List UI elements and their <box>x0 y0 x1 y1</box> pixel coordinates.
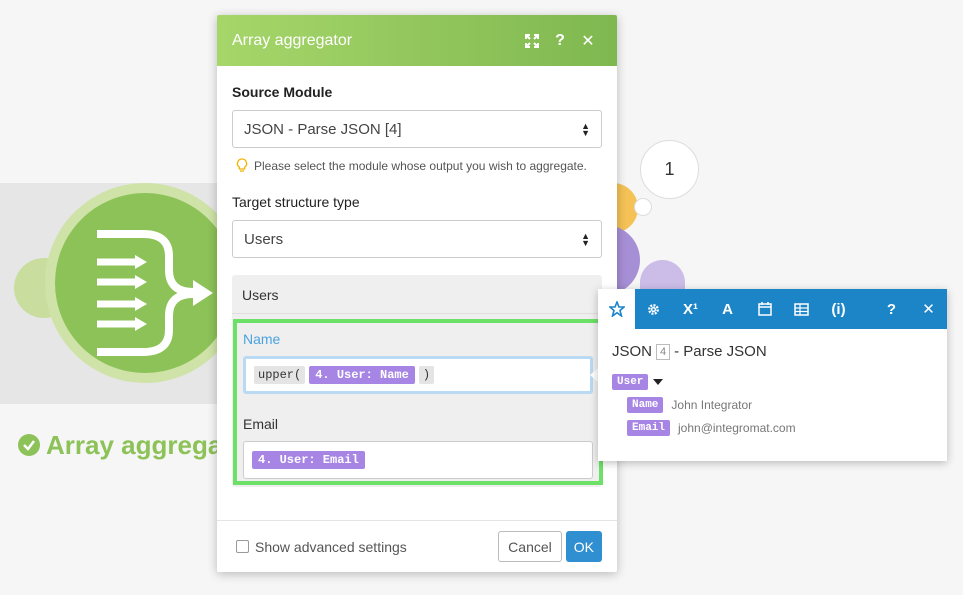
select-caret-icon: ▲ ▼ <box>581 231 590 248</box>
tree-item-name[interactable]: Name John Integrator <box>627 397 933 413</box>
help-icon[interactable]: ? <box>873 289 910 329</box>
math-functions-icon[interactable]: X¹ <box>672 289 709 329</box>
dialog-body: Source Module JSON - Parse JSON [4] ▲ ▼ P… <box>217 66 617 487</box>
mapping-content: JSON 4 - Parse JSON User Name John Integ… <box>598 329 947 436</box>
name-key-pill[interactable]: Name <box>627 397 664 413</box>
panel-title: Users <box>232 275 602 314</box>
email-field: Email 4. User: Email <box>243 416 593 479</box>
name-sample-value: John Integrator <box>671 398 753 412</box>
gear-icon[interactable] <box>635 289 672 329</box>
source-module-select[interactable]: JSON - Parse JSON [4] ▲ ▼ <box>232 110 602 148</box>
close-icon[interactable]: ✕ <box>910 289 947 329</box>
aggregator-icon <box>97 230 213 356</box>
users-structure-panel: Users Name upper( 4. User: Name ) Email … <box>232 275 603 487</box>
email-key-pill[interactable]: Email <box>627 420 671 436</box>
advanced-settings-checkbox[interactable] <box>236 540 249 553</box>
module-name: Array aggrega <box>18 430 222 460</box>
help-icon[interactable]: ? <box>546 27 574 55</box>
dialog-header: Array aggregator ? ✕ <box>217 15 617 66</box>
module-label-text: Array aggrega <box>46 429 223 460</box>
mapping-panel: X¹ A (i) ? ✕ JSON 4 - Parse JSON User Na… <box>598 289 947 461</box>
user-name-variable-pill[interactable]: 4. User: Name <box>309 366 415 384</box>
source-module-hint: Please select the module whose output yo… <box>236 158 602 174</box>
advanced-settings-toggle[interactable]: Show advanced settings <box>236 539 498 555</box>
mapping-toolbar: X¹ A (i) ? ✕ <box>598 289 947 329</box>
close-icon[interactable]: ✕ <box>574 27 602 55</box>
hint-text: Please select the module whose output yo… <box>254 159 587 173</box>
text-functions-icon[interactable]: A <box>709 289 746 329</box>
tree-item-user[interactable]: User <box>612 374 933 390</box>
cancel-button[interactable]: Cancel <box>498 531 562 562</box>
lightbulb-icon <box>236 158 248 172</box>
star-icon[interactable] <box>598 289 635 329</box>
email-field-input[interactable]: 4. User: Email <box>243 441 593 479</box>
email-field-label: Email <box>243 416 279 432</box>
highlight-box: Name upper( 4. User: Name ) Email 4. Use… <box>233 319 603 485</box>
source-title-prefix: JSON <box>612 343 653 360</box>
target-structure-select[interactable]: Users ▲ ▼ <box>232 220 602 258</box>
custom-functions-icon[interactable]: (i) <box>820 289 857 329</box>
email-sample-value: john@integromat.com <box>678 421 796 435</box>
user-email-variable-pill[interactable]: 4. User: Email <box>252 451 365 469</box>
name-field-input[interactable]: upper( 4. User: Name ) <box>243 356 593 394</box>
name-field-label: Name <box>243 331 281 347</box>
ok-button[interactable]: OK <box>565 531 602 562</box>
bubble-tail <box>634 198 652 216</box>
operations-count-bubble[interactable]: 1 <box>640 140 699 199</box>
chevron-down-icon[interactable] <box>653 379 664 385</box>
mapping-panel-pointer <box>590 368 598 382</box>
check-icon <box>18 434 40 456</box>
source-module-value: JSON - Parse JSON [4] <box>244 120 402 138</box>
function-upper-pill[interactable]: upper( <box>254 366 306 384</box>
expand-icon[interactable] <box>518 27 546 55</box>
tree-item-email[interactable]: Email john@integromat.com <box>627 420 933 436</box>
calendar-icon[interactable] <box>746 289 783 329</box>
bubble-count: 1 <box>664 159 675 179</box>
source-module-label: Source Module <box>232 84 333 100</box>
select-caret-icon: ▲ ▼ <box>581 121 590 138</box>
user-children: Name John Integrator Email john@integrom… <box>627 397 933 436</box>
dialog-title: Array aggregator <box>232 31 353 49</box>
target-structure-label: Target structure type <box>232 194 360 210</box>
source-title-suffix: - Parse JSON <box>674 343 767 360</box>
dialog-footer: Show advanced settings Cancel OK <box>217 520 617 572</box>
source-module-number: 4 <box>656 343 671 360</box>
target-structure-value: Users <box>244 230 284 248</box>
function-close-pill[interactable]: ) <box>418 366 435 384</box>
advanced-settings-label: Show advanced settings <box>255 538 407 555</box>
mapping-source-title: JSON 4 - Parse JSON <box>612 343 933 360</box>
table-icon[interactable] <box>783 289 820 329</box>
user-key-pill[interactable]: User <box>612 374 649 390</box>
array-aggregator-dialog: Array aggregator ? ✕ Source Module JSON … <box>217 15 617 572</box>
